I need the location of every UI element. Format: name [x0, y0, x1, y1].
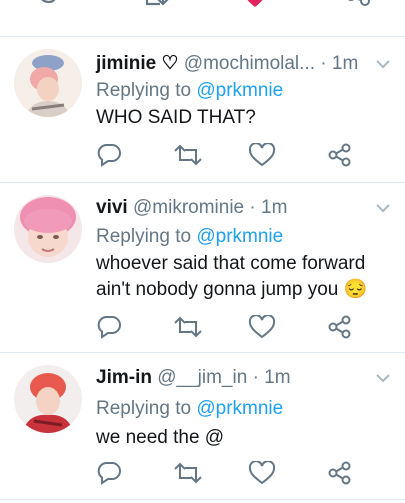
replying-prefix: Replying to [96, 80, 192, 101]
display-name[interactable]: vivi [96, 197, 128, 218]
tweet-1[interactable]: jiminie ♡ @mochimolal... · 1m Replying t… [0, 37, 405, 182]
retweet-icon[interactable] [173, 461, 203, 485]
tweet-header: Jim-in @__jim_in · 1m [96, 366, 291, 390]
display-name[interactable]: jiminie ♡ [96, 53, 179, 74]
replying-to: Replying to @prkmnie [96, 397, 283, 421]
replying-prefix: Replying to [96, 398, 192, 419]
reply-icon[interactable] [96, 461, 122, 485]
divider [0, 499, 405, 500]
retweet-icon[interactable] [173, 143, 203, 167]
reply-icon[interactable] [96, 315, 122, 339]
mention-link[interactable]: @prkmnie [196, 398, 283, 419]
tweet-header: jiminie ♡ @mochimolal... · 1m [96, 52, 358, 76]
share-icon[interactable] [326, 461, 354, 485]
handle[interactable]: @__jim_in [157, 367, 247, 388]
avatar[interactable] [14, 49, 82, 117]
previous-tweet-actions [0, 0, 405, 26]
handle[interactable]: @mochimolal... [184, 53, 315, 74]
handle[interactable]: @mikrominie [133, 197, 244, 218]
share-icon[interactable] [326, 315, 354, 339]
share-icon[interactable] [326, 143, 354, 167]
tweet-text: whoever said that come forward ain't nob… [96, 253, 368, 300]
chevron-down-icon[interactable] [375, 203, 391, 213]
like-icon[interactable] [248, 143, 276, 167]
timestamp[interactable]: · 1m [320, 53, 358, 74]
chevron-down-icon[interactable] [375, 373, 391, 383]
share-icon[interactable] [342, 0, 372, 14]
display-name[interactable]: Jim-in [96, 367, 152, 388]
avatar[interactable] [14, 365, 82, 433]
replying-to: Replying to @prkmnie [96, 225, 283, 249]
reply-icon[interactable] [96, 143, 122, 167]
retweet-icon[interactable] [140, 0, 170, 14]
like-icon[interactable] [248, 461, 276, 485]
replying-prefix: Replying to [96, 226, 192, 247]
tweet-text: WHO SAID THAT? [96, 107, 256, 128]
mention-link[interactable]: @prkmnie [196, 80, 283, 101]
tweet-text: we need the @ [96, 427, 225, 448]
timestamp[interactable]: · 1m [253, 367, 291, 388]
replying-to: Replying to @prkmnie [96, 79, 283, 103]
mention-link[interactable]: @prkmnie [196, 226, 283, 247]
retweet-icon[interactable] [173, 315, 203, 339]
avatar[interactable] [14, 195, 82, 263]
like-icon[interactable] [242, 0, 268, 14]
tweet-2[interactable]: vivi @mikrominie · 1m Replying to @prkmn… [0, 183, 405, 352]
like-icon[interactable] [248, 315, 276, 339]
chevron-down-icon[interactable] [375, 59, 391, 69]
timestamp[interactable]: · 1m [249, 197, 287, 218]
reply-icon[interactable] [35, 0, 61, 12]
tweet-3[interactable]: Jim-in @__jim_in · 1m Replying to @prkmn… [0, 353, 405, 503]
tweet-header: vivi @mikrominie · 1m [96, 196, 287, 220]
